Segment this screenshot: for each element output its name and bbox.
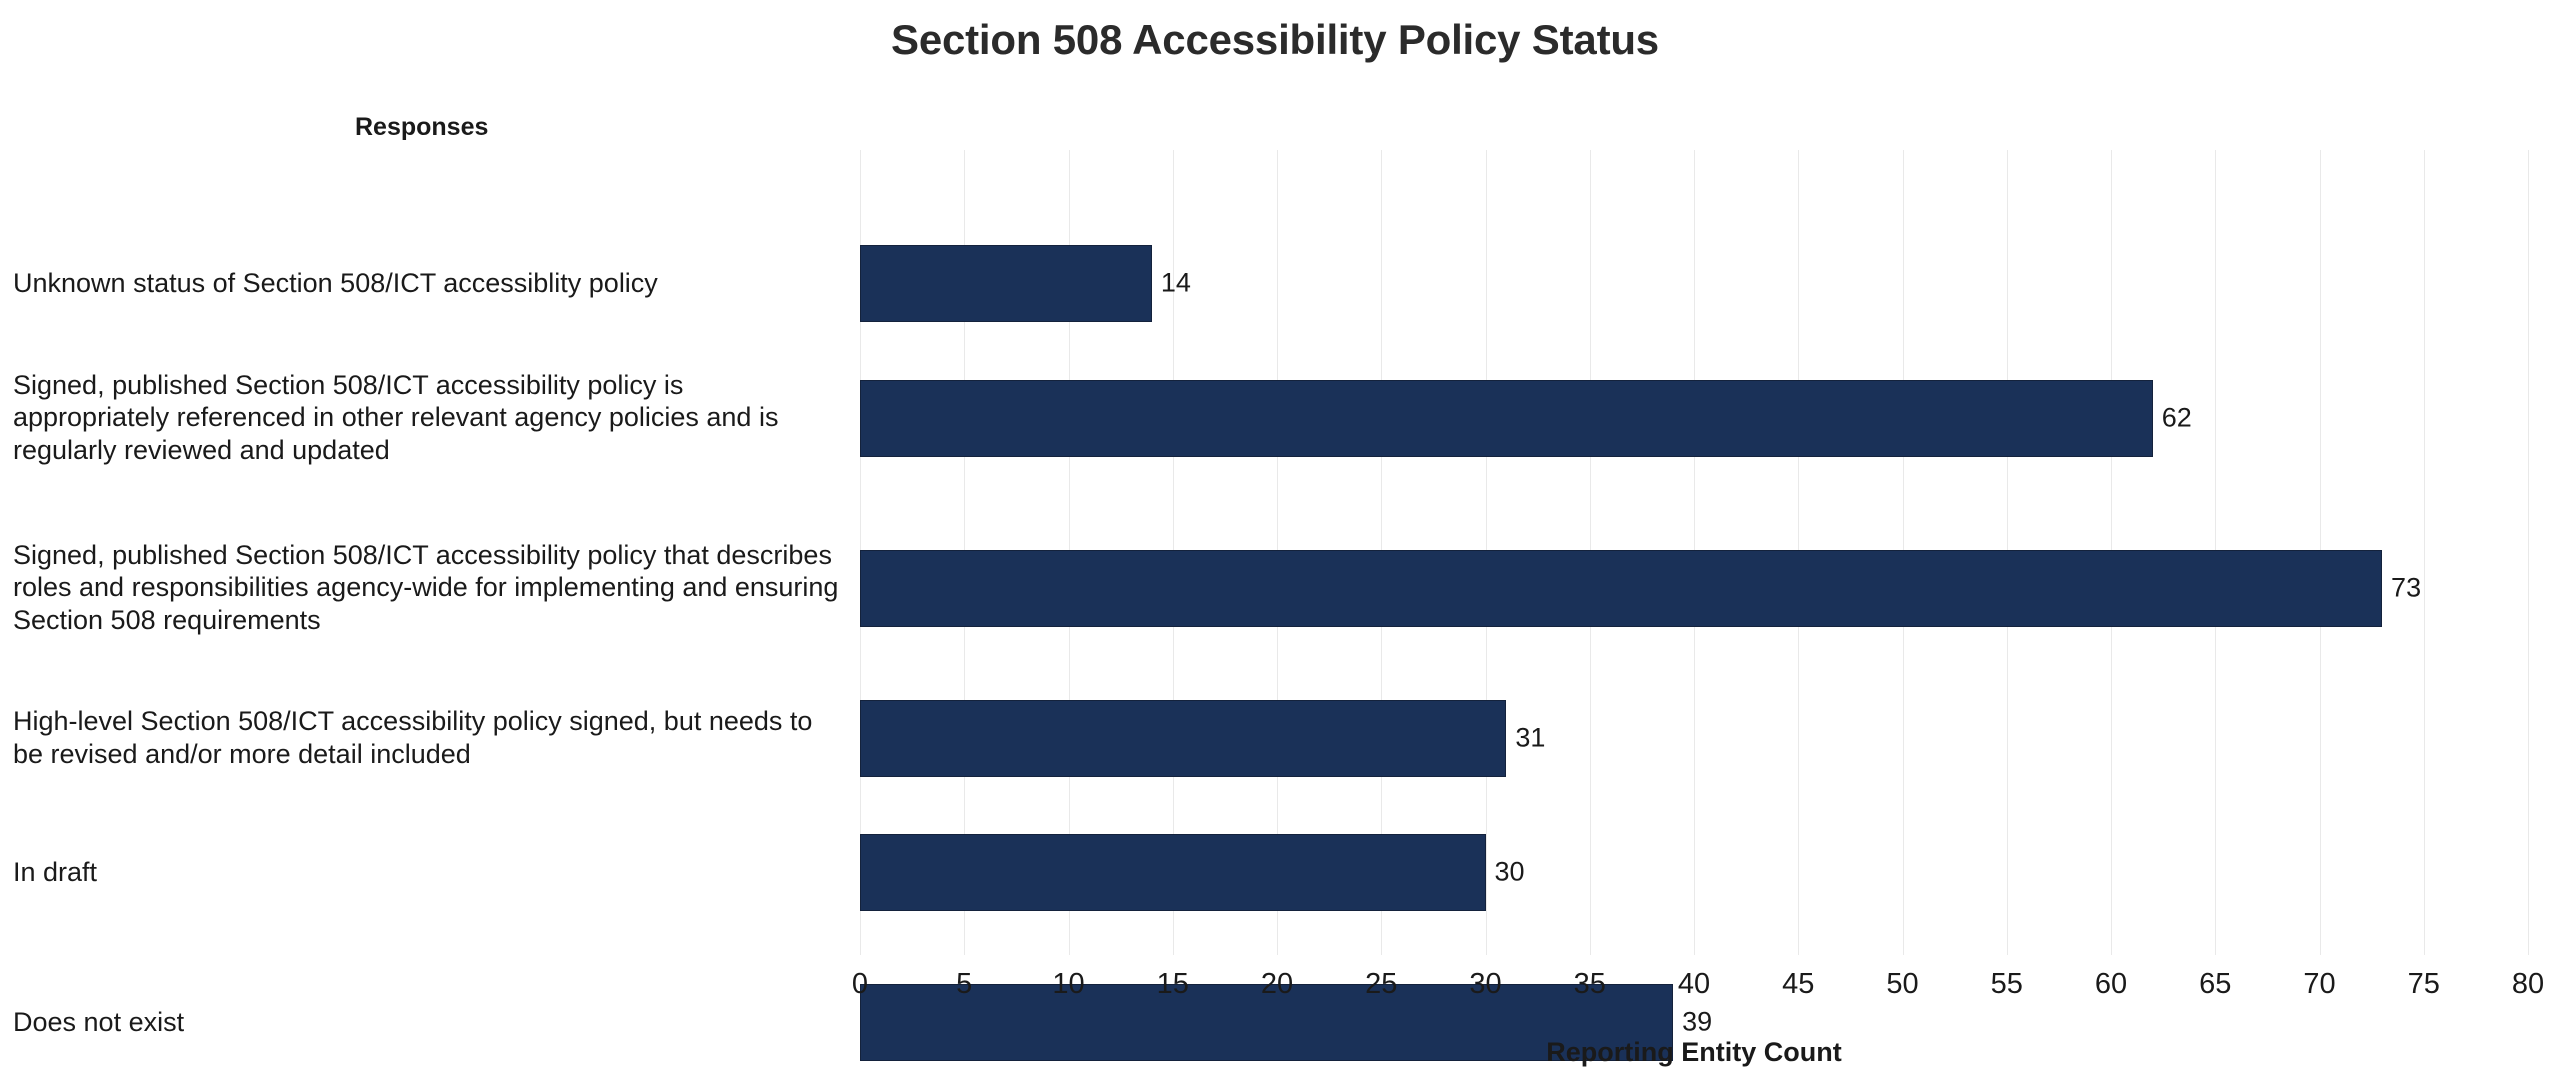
- bar-value-label: 31: [1515, 722, 1546, 753]
- x-axis-tick-label: 60: [2094, 968, 2128, 1000]
- bar-row: 62: [860, 379, 2528, 457]
- x-axis-tick-label: 40: [1677, 968, 1711, 1000]
- bar-value-label: 62: [2161, 402, 2192, 433]
- x-axis-tick-label: 5: [956, 968, 973, 1000]
- bar-value-label: 73: [2391, 572, 2422, 603]
- bar-row: 14: [860, 244, 2528, 322]
- x-axis-tick-label: 10: [1052, 968, 1085, 1000]
- bar-value-label: 14: [1160, 267, 1191, 298]
- bar[interactable]: [860, 833, 1486, 911]
- category-label: In draft: [13, 856, 98, 887]
- bar[interactable]: [860, 549, 2383, 627]
- category-label: Signed, published Section 508/ICT access…: [13, 369, 779, 466]
- bar-row: 30: [860, 833, 2528, 911]
- x-axis-tick-label: 30: [1469, 968, 1502, 1000]
- bar-value-label: 39: [1682, 1006, 1713, 1037]
- page-title: Section 508 Accessibility Policy Status: [891, 16, 1659, 63]
- x-axis-tick-label: 15: [1156, 968, 1189, 1000]
- category-label: High-level Section 508/ICT accessibility…: [13, 706, 813, 769]
- x-axis-tick-label: 65: [2199, 968, 2232, 1000]
- category-label: Unknown status of Section 508/ICT access…: [13, 267, 658, 298]
- gridline: [2528, 150, 2529, 955]
- bar-row: 73: [860, 549, 2528, 627]
- plot-area: 14 62 73 31 30 39: [860, 150, 2529, 1061]
- x-axis-tick-label: 80: [2511, 968, 2545, 1000]
- bar[interactable]: [860, 379, 2153, 457]
- x-axis-tick-label: 25: [1365, 968, 1398, 1000]
- x-axis-tick-label: 75: [2407, 968, 2440, 1000]
- x-axis-tick-label: 70: [2303, 968, 2336, 1000]
- x-axis-title: Reporting Entity Count: [1546, 1037, 1842, 1067]
- bar-value-label: 30: [1494, 856, 1525, 887]
- x-axis-tick-label: 55: [1990, 968, 2023, 1000]
- x-axis-tick-label: 45: [1782, 968, 1815, 1000]
- category-label: Does not exist: [13, 1006, 185, 1037]
- x-axis-tick-label: 35: [1573, 968, 1606, 1000]
- bar-row: 31: [860, 699, 2528, 777]
- bar[interactable]: [860, 244, 1152, 322]
- x-axis-tick-label: 0: [851, 968, 869, 1000]
- bar[interactable]: [860, 699, 1507, 777]
- category-axis-title: Responses: [355, 113, 489, 141]
- category-label: Signed, published Section 508/ICT access…: [13, 539, 839, 636]
- x-axis-tick-label: 50: [1886, 968, 1919, 1000]
- x-axis-tick-label: 20: [1260, 968, 1294, 1000]
